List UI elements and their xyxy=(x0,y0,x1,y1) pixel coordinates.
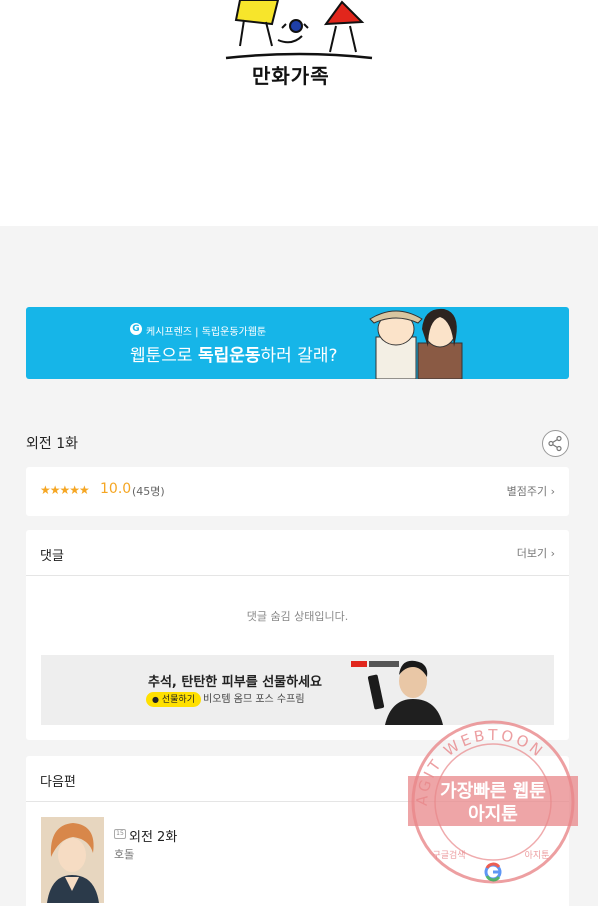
ad-product-image xyxy=(351,660,443,725)
rating-count: (45명) xyxy=(132,485,165,498)
share-icon xyxy=(548,435,562,452)
banner-sub-brand: 케시프렌즈 | 독립운동가웹툰 xyxy=(146,327,267,338)
comments-hidden-message: 댓글 숨김 상태입니다. xyxy=(246,610,349,623)
chat-bubble-icon: ● xyxy=(152,695,159,704)
stamp-bottom-left: 구글검색 xyxy=(432,849,465,861)
ad-title: 추석, 탄탄한 피부를 선물하세요 xyxy=(148,675,322,690)
rating-score: 10.0 xyxy=(100,481,132,497)
next-episode-title[interactable]: 외전 2화 xyxy=(129,826,177,845)
rating-card: ★★★★★ 10.0 (45명) 별점주기 › xyxy=(26,467,569,516)
inline-ad[interactable]: 추석, 탄탄한 피부를 선물하세요 ● 선물하기 비오템 옴므 포스 수프림 xyxy=(41,655,554,725)
promo-banner[interactable]: G 케시프렌즈 | 독립운동가웹툰 웹툰으로 독립운동하러 갈래? xyxy=(26,307,569,379)
episode-title: 외전 1화 xyxy=(26,436,78,452)
banner-headline-post: 하러 갈래? xyxy=(260,346,338,366)
stamp-line1: 가장빠른 웹툰 xyxy=(440,781,546,802)
ad-description: 비오템 옴므 포스 수프림 xyxy=(203,694,305,705)
comments-card: 댓글 더보기 › 댓글 숨김 상태입니다. 추석, 탄탄한 피부를 선물하세요 … xyxy=(26,530,569,740)
brand-g-icon: G xyxy=(130,323,142,335)
thumbnail-character-icon xyxy=(41,817,104,903)
share-button[interactable] xyxy=(542,430,569,457)
next-episode-thumbnail[interactable] xyxy=(41,817,104,903)
age-rating-badge: 15 xyxy=(114,829,126,839)
next-title: 다음편 xyxy=(40,775,76,790)
watermark-stamp: AGIT WEBTOON 가장빠른 웹툰 아지툰 구글검색 아지툰 xyxy=(408,720,578,884)
logo-illustration-icon xyxy=(225,0,373,60)
banner-characters-icon xyxy=(369,308,463,379)
banner-headline: 웹툰으로 독립운동하러 갈래? xyxy=(130,341,338,366)
site-logo[interactable]: 만화가족 xyxy=(222,0,378,92)
rate-button[interactable]: 별점주기 › xyxy=(507,483,555,499)
google-g-icon xyxy=(484,862,502,882)
next-episode-author: 호돌 xyxy=(114,848,135,861)
comments-more-link[interactable]: 더보기 › xyxy=(517,545,555,561)
rating-stars-icon: ★★★★★ xyxy=(40,483,90,497)
stamp-line2: 아지툰 xyxy=(468,804,518,825)
banner-headline-pre: 웹툰으로 xyxy=(130,346,198,366)
banner-headline-bold: 독립운동 xyxy=(197,346,261,366)
logo-text: 만화가족 xyxy=(252,64,330,88)
header-area: 만화가족 xyxy=(0,0,598,226)
comments-title: 댓글 xyxy=(40,549,64,564)
ad-badge-label: 선물하기 xyxy=(161,695,195,705)
comments-header: 댓글 더보기 › xyxy=(26,530,569,576)
stamp-bottom-right: 아지툰 xyxy=(525,850,550,861)
ad-gift-badge[interactable]: ● 선물하기 xyxy=(146,692,201,707)
